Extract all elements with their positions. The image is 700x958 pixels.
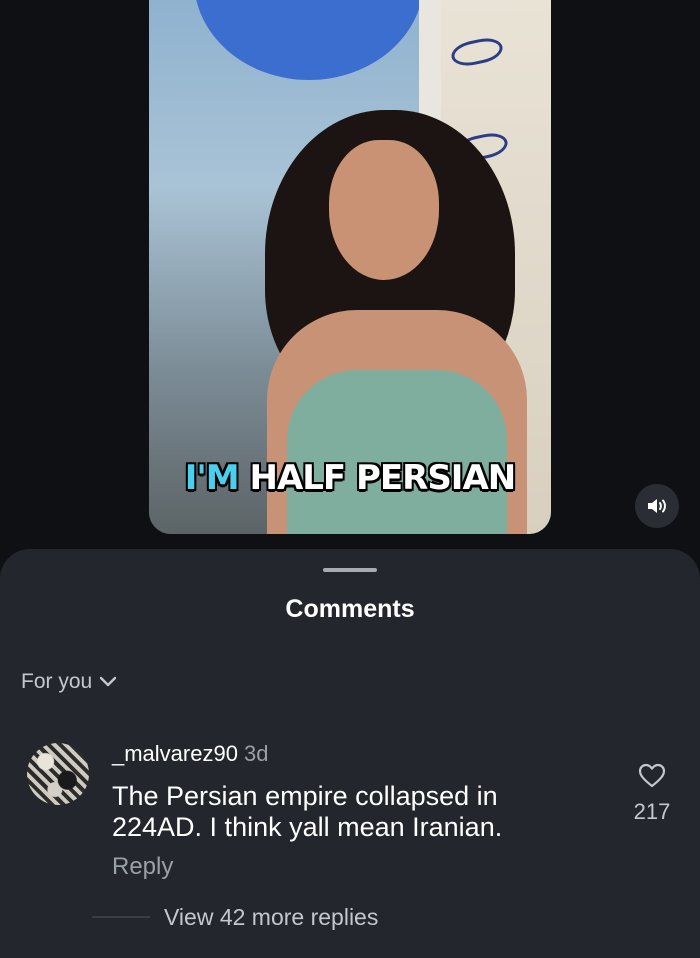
replies-divider xyxy=(92,916,150,918)
sort-filter-label: For you xyxy=(21,670,93,693)
comments-sheet: Comments For you _malvarez90 3d The Persi… xyxy=(0,549,700,958)
avatar[interactable] xyxy=(27,743,89,805)
chevron-down-icon xyxy=(100,676,117,687)
comment-author[interactable]: _malvarez90 3d xyxy=(112,741,268,767)
sort-filter-dropdown[interactable]: For you xyxy=(21,670,118,694)
caption-accent: I'M xyxy=(184,458,240,498)
comment-timestamp: 3d xyxy=(243,741,269,766)
drag-handle[interactable] xyxy=(323,568,377,572)
view-replies-button[interactable]: View 42 more replies xyxy=(164,904,378,931)
mute-button[interactable] xyxy=(635,484,679,528)
like-count: 217 xyxy=(633,799,671,824)
comment-username[interactable]: _malvarez90 xyxy=(112,741,238,766)
comment-text: The Persian empire collapsed in 224AD. I… xyxy=(112,781,503,842)
heart-icon[interactable] xyxy=(638,763,666,789)
video-caption: I'M HALF PERSIAN xyxy=(149,458,551,498)
caption-text: HALF PERSIAN xyxy=(238,458,516,498)
comments-title: Comments xyxy=(285,595,415,623)
video-player[interactable]: I'M HALF PERSIAN xyxy=(149,0,551,534)
speaker-icon xyxy=(648,499,666,513)
mural-eye-icon xyxy=(449,34,505,70)
reply-button[interactable]: Reply xyxy=(112,853,173,881)
